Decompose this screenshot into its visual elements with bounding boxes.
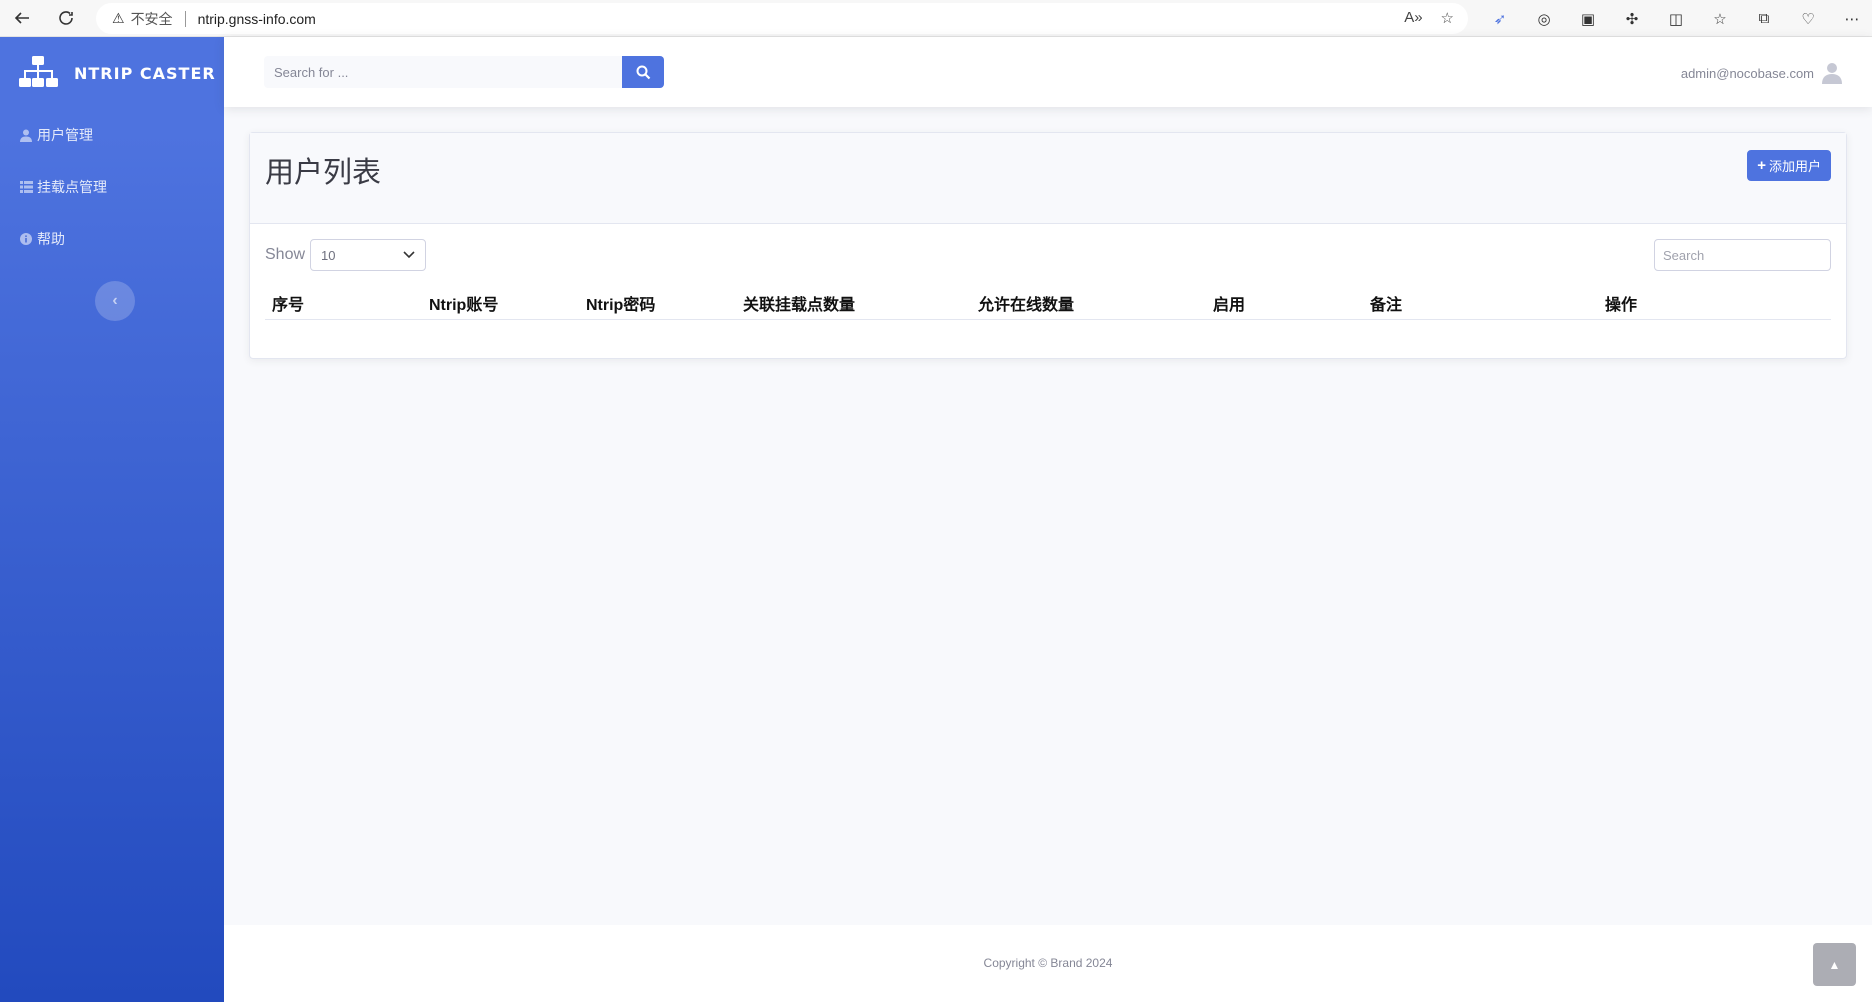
card-header: 用户列表 + 添加用户 xyxy=(250,133,1846,224)
column-header-password[interactable]: Ntrip密码 xyxy=(586,291,655,315)
column-header-mountpoint-count[interactable]: 关联挂载点数量 xyxy=(743,291,855,315)
sitemap-icon xyxy=(19,56,58,87)
sidebar-item-user-management[interactable]: 用户管理 xyxy=(0,109,224,161)
sidebar-item-label: 帮助 xyxy=(37,231,65,247)
chevron-left-icon: ‹ xyxy=(112,292,118,309)
extension-search-icon[interactable]: ◎ xyxy=(1522,0,1566,37)
footer: Copyright © Brand 2024 xyxy=(224,925,1872,1002)
table-search-input[interactable] xyxy=(1654,239,1831,271)
browser-essentials-icon[interactable]: ♡ xyxy=(1786,0,1830,37)
column-header-remark[interactable]: 备注 xyxy=(1370,291,1402,315)
extension-app-icon[interactable]: ▣ xyxy=(1566,0,1610,37)
favorites-icon[interactable]: ☆ xyxy=(1698,0,1742,37)
sidebar-item-label: 挂载点管理 xyxy=(37,179,107,195)
search-icon xyxy=(636,65,650,79)
address-divider xyxy=(184,10,186,27)
split-screen-icon[interactable]: ◫ xyxy=(1654,0,1698,37)
refresh-button[interactable] xyxy=(44,0,88,37)
search-input[interactable] xyxy=(264,56,622,88)
brand-link[interactable]: NTRIP CASTER xyxy=(0,37,224,109)
column-header-enabled[interactable]: 启用 xyxy=(1213,291,1245,315)
collections-icon[interactable]: ⧉ xyxy=(1742,0,1786,37)
show-label: Show xyxy=(265,246,306,263)
topbar-search xyxy=(264,56,664,88)
user-dropdown[interactable]: admin@nocobase.com xyxy=(1681,62,1842,84)
page-title: 用户列表 xyxy=(265,157,382,189)
plus-icon: + xyxy=(1757,157,1766,174)
copyright-text: Copyright © Brand 2024 xyxy=(983,956,1113,970)
topbar: admin@nocobase.com xyxy=(224,37,1872,107)
sidebar: NTRIP CASTER 用户管理 挂载点管理 帮助 ‹ xyxy=(0,37,224,1002)
more-menu-icon[interactable]: ⋯ xyxy=(1830,0,1872,37)
column-header-actions[interactable]: 操作 xyxy=(1605,291,1637,315)
table-header-row: 序号 Ntrip账号 Ntrip密码 关联挂载点数量 允许在线数量 启用 备注 … xyxy=(265,281,1831,320)
info-icon xyxy=(19,232,33,246)
user-icon xyxy=(19,128,33,142)
brand-name: NTRIP CASTER xyxy=(74,63,216,83)
user-email: admin@nocobase.com xyxy=(1680,65,1814,81)
page-length-value: 10 xyxy=(321,247,336,263)
page-length-select[interactable]: 10 xyxy=(310,239,427,271)
address-bar[interactable]: ⚠ 不安全 ntrip.gnss-info.com A» ☆ xyxy=(96,3,1468,34)
user-list-card: 用户列表 + 添加用户 Show 10 序号 Ntrip账号 Ntrip密码 关… xyxy=(249,132,1847,359)
table-icon xyxy=(19,180,33,194)
url-text: ntrip.gnss-info.com xyxy=(197,10,316,27)
extension-arrow-icon[interactable]: ➶ xyxy=(1478,0,1522,37)
sidebar-item-mountpoint-management[interactable]: 挂载点管理 xyxy=(0,161,224,213)
back-button[interactable] xyxy=(0,0,44,37)
back-arrow-icon xyxy=(14,12,29,24)
favorite-star-icon[interactable]: ☆ xyxy=(1441,9,1454,27)
sidebar-toggle-button[interactable]: ‹ xyxy=(95,281,135,321)
extensions-puzzle-icon[interactable]: ✣ xyxy=(1610,0,1654,37)
column-header-index[interactable]: 序号 xyxy=(272,291,304,315)
chevron-down-icon xyxy=(403,251,415,259)
browser-toolbar: ⚠ 不安全 ntrip.gnss-info.com A» ☆ ➶ ◎ ▣ ✣ ◫… xyxy=(0,0,1872,37)
read-aloud-icon[interactable]: A» xyxy=(1404,9,1422,27)
refresh-icon xyxy=(59,11,73,25)
chevron-up-icon: ▲ xyxy=(1828,957,1841,972)
sidebar-item-label: 用户管理 xyxy=(37,127,93,143)
scroll-to-top-button[interactable]: ▲ xyxy=(1813,943,1856,986)
column-header-online-limit[interactable]: 允许在线数量 xyxy=(978,291,1074,315)
sidebar-item-help[interactable]: 帮助 xyxy=(0,213,224,265)
add-user-label: 添加用户 xyxy=(1768,159,1821,174)
security-label: 不安全 xyxy=(130,10,173,27)
user-avatar-icon xyxy=(1822,63,1842,84)
warning-icon: ⚠ xyxy=(112,10,125,26)
column-header-account[interactable]: Ntrip账号 xyxy=(429,291,498,315)
search-button[interactable] xyxy=(622,56,664,88)
page-length-control: Show 10 xyxy=(265,239,427,271)
add-user-button[interactable]: + 添加用户 xyxy=(1747,150,1831,181)
